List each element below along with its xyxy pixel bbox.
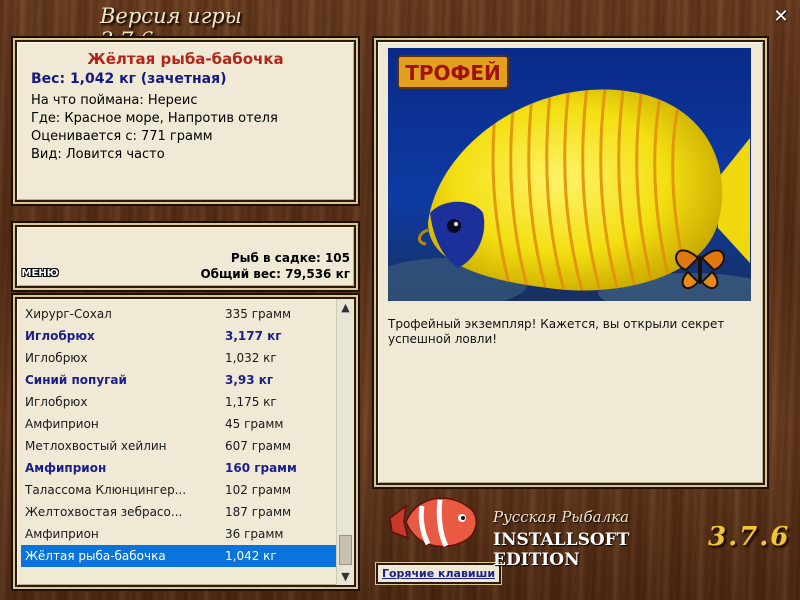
catch-row[interactable]: Амфиприон 160 грамм: [21, 457, 338, 479]
hotkeys-button[interactable]: Горячие клавиши: [376, 563, 501, 584]
catch-row-weight: 1,042 кг: [225, 549, 277, 563]
catch-row-name: Синий попугай: [25, 373, 127, 387]
fish-scored-from: Оценивается с: 771 грамм: [31, 129, 213, 144]
catch-list-rows: Хирург-Сохал 335 грамм Иглобрюх 3,177 кг Игл…: [21, 303, 338, 567]
catch-row-weight: 607 грамм: [225, 439, 292, 453]
keepnet-stats-panel: Рыб в садке: 105 Общий вес: 79,536 кг: [15, 225, 356, 288]
scroll-down-icon[interactable]: ▼: [337, 568, 354, 585]
catch-row[interactable]: Иглобрюх 1,175 кг: [21, 391, 338, 413]
brand-line1: Русская Рыбалка: [493, 508, 630, 526]
catch-row[interactable]: Метлохвостый хейлин 607 грамм: [21, 435, 338, 457]
catch-row-name: Иглобрюх: [25, 329, 95, 343]
catch-row-name: Иглобрюх: [25, 351, 88, 365]
catch-row-weight: 36 грамм: [225, 527, 284, 541]
butterflyfish-image: ТРОФЕЙ: [388, 48, 751, 301]
catch-row-name: Талассома Клюнцингер...: [25, 483, 187, 497]
catch-row[interactable]: Желтохвостая зебрасо... 187 грамм: [21, 501, 338, 523]
catch-list: Хирург-Сохал 335 грамм Иглобрюх 3,177 кг Игл…: [15, 297, 356, 587]
catch-row[interactable]: Амфиприон 45 грамм: [21, 413, 338, 435]
catch-list-scrollbar[interactable]: ▲ ▼: [336, 299, 354, 585]
catch-row[interactable]: Амфиприон 36 грамм: [21, 523, 338, 545]
catch-row-name: Амфиприон: [25, 527, 99, 541]
logo-fish-icon: [389, 497, 478, 548]
window-title: Версия игры 3.7.6: [100, 4, 242, 52]
keepnet-count: Рыб в садке: 105: [230, 251, 350, 265]
trophy-badge: ТРОФЕЙ: [405, 61, 501, 85]
catch-row-name: Амфиприон: [25, 461, 107, 475]
scroll-thumb[interactable]: [339, 535, 352, 565]
keepnet-total-weight: Общий вес: 79,536 кг: [200, 267, 350, 281]
fish-bait: На что поймана: Нереис: [31, 93, 198, 108]
catch-row-name: Хирург-Сохал: [25, 307, 112, 321]
brand-version: 3.7.6: [708, 522, 791, 552]
catch-row[interactable]: Иглобрюх 1,032 кг: [21, 347, 338, 369]
fish-photo: ТРОФЕЙ: [388, 48, 751, 301]
catch-row-weight: 187 грамм: [225, 505, 292, 519]
catch-row-weight: 45 грамм: [225, 417, 284, 431]
catch-row-name: Метлохвостый хейлин: [25, 439, 167, 453]
catch-row-selected[interactable]: Жёлтая рыба-бабочка 1,042 кг: [21, 545, 338, 567]
catch-row-name: Иглобрюх: [25, 395, 88, 409]
catch-row[interactable]: Талассома Клюнцингер... 102 грамм: [21, 479, 338, 501]
catch-row[interactable]: Хирург-Сохал 335 грамм: [21, 303, 338, 325]
fish-info-panel: Жёлтая рыба-бабочка Вес: 1,042 кг (зачет…: [15, 40, 356, 202]
fish-frequency: Вид: Ловится часто: [31, 147, 165, 162]
catch-row-weight: 1,175 кг: [225, 395, 277, 409]
catch-row-weight: 3,93 кг: [225, 373, 274, 387]
catch-row[interactable]: Синий попугай 3,93 кг: [21, 369, 338, 391]
catch-row-name: Жёлтая рыба-бабочка: [25, 549, 166, 563]
brand-line2: INSTALLSOFT EDITION: [493, 530, 630, 570]
catch-row-weight: 102 грамм: [225, 483, 292, 497]
trophy-description: Трофейный экземпляр! Кажется, вы открыли…: [388, 317, 725, 346]
fish-weight: Вес: 1,042 кг (зачетная): [31, 71, 227, 87]
fish-name: Жёлтая рыба-бабочка: [87, 50, 284, 68]
fish-location: Где: Красное море, Напротив отеля: [31, 111, 278, 126]
catch-row[interactable]: Иглобрюх 3,177 кг: [21, 325, 338, 347]
catch-row-name: Желтохвостая зебрасо...: [25, 505, 183, 519]
catch-row-weight: 3,177 кг: [225, 329, 282, 343]
trophy-panel: ТРОФЕЙ Трофейный экземпляр! Кажется, вы …: [376, 40, 765, 485]
catch-row-weight: 1,032 кг: [225, 351, 277, 365]
menu-button[interactable]: МЕНЮ: [18, 266, 62, 282]
close-icon[interactable]: ✕: [772, 8, 790, 26]
catch-row-name: Амфиприон: [25, 417, 99, 431]
scroll-up-icon[interactable]: ▲: [337, 299, 354, 316]
catch-row-weight: 160 грамм: [225, 461, 297, 475]
catch-row-weight: 335 грамм: [225, 307, 292, 321]
